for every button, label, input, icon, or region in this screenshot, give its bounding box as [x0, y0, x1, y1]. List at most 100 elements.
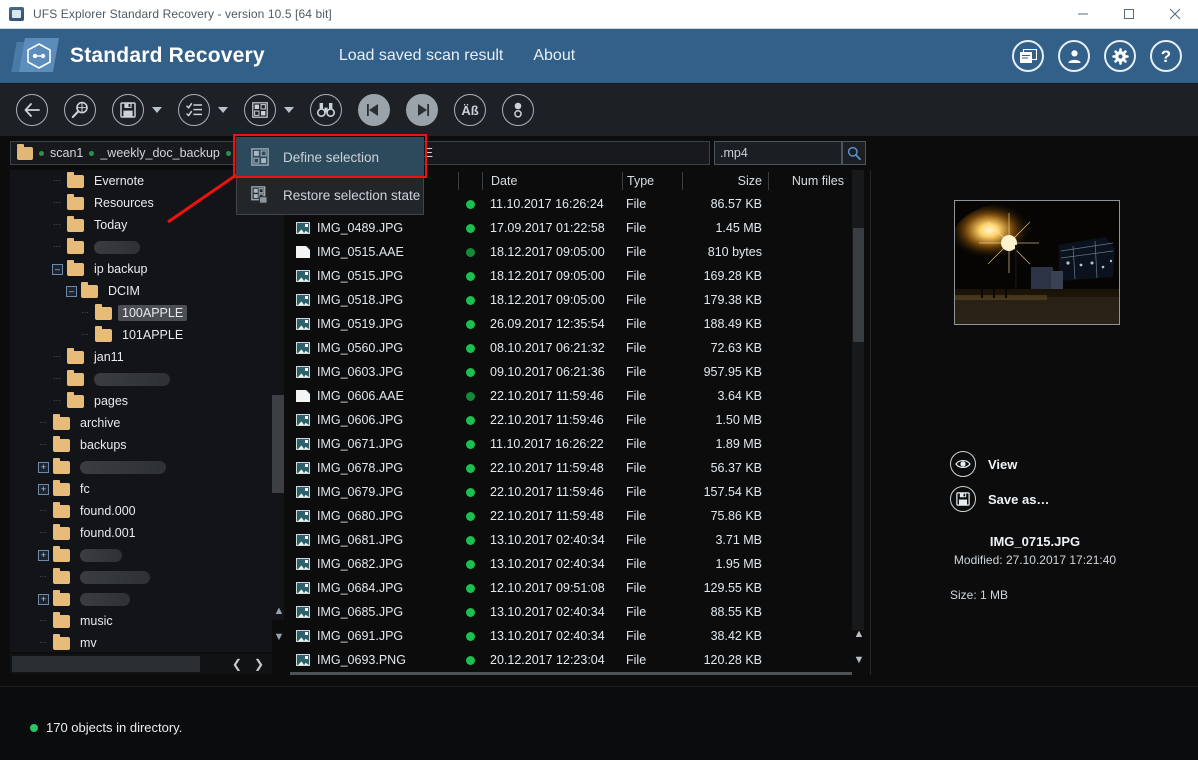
user-icon[interactable]: [1058, 40, 1090, 72]
minimize-button[interactable]: [1060, 0, 1106, 29]
tree-expander-icon[interactable]: +: [38, 484, 49, 495]
tree-node[interactable]: ⋯100APPLE: [10, 302, 272, 324]
view-button[interactable]: View: [950, 451, 1017, 477]
table-row[interactable]: IMG_0671.JPG11.10.2017 16:26:22File1.89 …: [290, 432, 852, 456]
nav-about[interactable]: About: [533, 47, 575, 65]
table-row[interactable]: IMG_0518.JPG18.12.2017 09:05:00File179.3…: [290, 288, 852, 312]
selection-context-menu[interactable]: Define selection Restore selection state: [236, 137, 424, 215]
tree-scroll-arrows[interactable]: ▲ ▼: [272, 605, 286, 653]
file-list-scroll-arrows[interactable]: ▲ ▼: [852, 628, 866, 674]
gear-icon[interactable]: [1104, 40, 1136, 72]
tree-node-label: jan11: [90, 349, 128, 365]
tree-node[interactable]: –DCIM: [10, 280, 272, 302]
menu-define-selection[interactable]: Define selection: [237, 138, 423, 176]
list-view-dropdown-caret[interactable]: [218, 107, 228, 113]
table-row[interactable]: IMG_0681.JPG13.10.2017 02:40:34File3.71 …: [290, 528, 852, 552]
scan-button[interactable]: [64, 94, 96, 126]
file-type-cell: File: [622, 509, 682, 523]
breadcrumb-segment-1[interactable]: scan1: [50, 146, 83, 160]
preview-thumbnail[interactable]: [954, 200, 1120, 325]
tree-node[interactable]: ⋯: [10, 236, 272, 258]
table-row[interactable]: IMG_0489.JPG17.09.2017 01:22:58File1.45 …: [290, 216, 852, 240]
save-dropdown-caret[interactable]: [152, 107, 162, 113]
tree-expander-icon[interactable]: +: [38, 462, 49, 473]
column-header-type[interactable]: Type: [622, 172, 682, 190]
column-header-state[interactable]: [458, 172, 482, 190]
define-selection-button[interactable]: [244, 94, 276, 126]
tree-scroll-up-icon[interactable]: ▲: [272, 605, 286, 617]
file-list-scroll-down-icon[interactable]: ▼: [852, 654, 866, 666]
maximize-button[interactable]: [1106, 0, 1152, 29]
tree-node[interactable]: ⋯music: [10, 610, 272, 632]
tree-scrollbar-thumb[interactable]: [272, 395, 284, 493]
tree-node[interactable]: +: [10, 456, 272, 478]
tree-node[interactable]: –ip backup: [10, 258, 272, 280]
table-row[interactable]: IMG_0606.JPG22.10.2017 11:59:46File1.50 …: [290, 408, 852, 432]
table-row[interactable]: IMG_0682.JPG13.10.2017 02:40:34File1.95 …: [290, 552, 852, 576]
tree-expander-icon[interactable]: –: [66, 286, 77, 297]
table-row[interactable]: IMG_0515.JPG18.12.2017 09:05:00File169.2…: [290, 264, 852, 288]
column-header-size[interactable]: Size: [682, 172, 768, 190]
tree-node[interactable]: ⋯found.000: [10, 500, 272, 522]
save-as-button[interactable]: Save as…: [950, 486, 1049, 512]
table-row[interactable]: IMG_0691.JPG13.10.2017 02:40:34File38.42…: [290, 624, 852, 648]
tree-expander-icon[interactable]: +: [38, 550, 49, 561]
tree-node[interactable]: ⋯: [10, 566, 272, 588]
close-button[interactable]: [1152, 0, 1198, 29]
tree-node[interactable]: ⋯mv: [10, 632, 272, 652]
tree-node[interactable]: ⋯archive: [10, 412, 272, 434]
help-icon[interactable]: ?: [1150, 40, 1182, 72]
table-row[interactable]: IMG_0515.AAE18.12.2017 09:05:00File810 b…: [290, 240, 852, 264]
column-header-num-files[interactable]: Num files: [768, 172, 848, 190]
tree-expander-icon[interactable]: –: [52, 264, 63, 275]
find-button[interactable]: [310, 94, 342, 126]
list-view-button[interactable]: [178, 94, 210, 126]
tree-hscroll-left-icon[interactable]: ❮: [232, 657, 242, 671]
table-row[interactable]: IMG_0603.JPG09.10.2017 06:21:36File957.9…: [290, 360, 852, 384]
tree-scroll-down-icon[interactable]: ▼: [272, 631, 286, 643]
table-row[interactable]: IMG_0606.AAE22.10.2017 11:59:46File3.64 …: [290, 384, 852, 408]
define-selection-dropdown-caret[interactable]: [284, 107, 294, 113]
tree-node[interactable]: ⋯jan11: [10, 346, 272, 368]
tree-node[interactable]: ⋯pages: [10, 390, 272, 412]
table-row[interactable]: IMG_0678.JPG22.10.2017 11:59:48File56.37…: [290, 456, 852, 480]
tree-scrollbar[interactable]: [272, 170, 284, 620]
tree-node[interactable]: ⋯found.001: [10, 522, 272, 544]
table-row[interactable]: IMG_0679.JPG22.10.2017 11:59:46File157.5…: [290, 480, 852, 504]
tree-node[interactable]: +: [10, 544, 272, 566]
table-row[interactable]: IMG_0715.JPG27.10.2017 17:21:40File1.08 …: [290, 672, 852, 675]
table-row[interactable]: IMG_0685.JPG13.10.2017 02:40:34File88.55…: [290, 600, 852, 624]
prev-button[interactable]: [358, 94, 390, 126]
tree-node[interactable]: +fc: [10, 478, 272, 500]
back-button[interactable]: [16, 94, 48, 126]
character-encoding-icon[interactable]: Äß: [454, 94, 486, 126]
nav-load-saved-scan-result[interactable]: Load saved scan result: [339, 47, 504, 65]
table-row[interactable]: IMG_0680.JPG22.10.2017 11:59:48File75.86…: [290, 504, 852, 528]
tree-node[interactable]: ⋯101APPLE: [10, 324, 272, 346]
file-list-scrollbar-thumb[interactable]: [853, 228, 864, 342]
column-header-date[interactable]: Date: [482, 172, 622, 190]
file-list[interactable]: Date Type Size Num files 11.10.2017 16:2…: [290, 170, 852, 675]
file-list-scrollbar[interactable]: [852, 170, 864, 630]
tree-node[interactable]: +: [10, 588, 272, 610]
tree-hscroll-right-icon[interactable]: ❯: [254, 657, 264, 671]
person-pin-icon[interactable]: [502, 94, 534, 126]
table-row[interactable]: IMG_0693.PNG20.12.2017 12:23:04File120.2…: [290, 648, 852, 672]
menu-restore-selection-state[interactable]: Restore selection state: [237, 176, 423, 214]
file-list-scroll-up-icon[interactable]: ▲: [852, 628, 866, 640]
folder-tree[interactable]: ⋯Evernote⋯Resources⋯Today⋯–ip backup–DCI…: [10, 170, 272, 652]
save-button[interactable]: [112, 94, 144, 126]
search-icon[interactable]: [842, 141, 866, 165]
tree-expander-icon[interactable]: +: [38, 594, 49, 605]
table-row[interactable]: IMG_0519.JPG26.09.2017 12:35:54File188.4…: [290, 312, 852, 336]
filter-input[interactable]: .mp4: [714, 141, 842, 165]
file-size-cell: 1.45 MB: [682, 221, 768, 235]
tree-hscroll-thumb[interactable]: [12, 656, 200, 672]
tree-node[interactable]: ⋯: [10, 368, 272, 390]
tree-horizontal-scrollbar[interactable]: ❮ ❯: [10, 654, 272, 674]
table-row[interactable]: IMG_0560.JPG08.10.2017 06:21:32File72.63…: [290, 336, 852, 360]
next-button[interactable]: [406, 94, 438, 126]
window-panels-icon[interactable]: [1012, 40, 1044, 72]
table-row[interactable]: IMG_0684.JPG12.10.2017 09:51:08File129.5…: [290, 576, 852, 600]
tree-node[interactable]: ⋯backups: [10, 434, 272, 456]
